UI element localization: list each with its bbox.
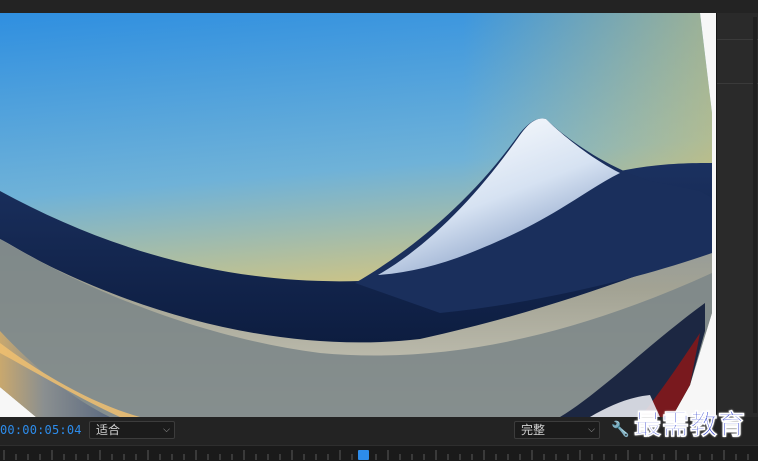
right-side-panel (716, 13, 758, 417)
panel-scrollbar[interactable] (753, 17, 757, 413)
zoom-level-select[interactable]: 适合 ⌵ (89, 421, 175, 439)
chevron-down-icon: ⌵ (163, 425, 170, 435)
playback-resolution-select[interactable]: 完整 ⌵ (514, 421, 600, 439)
playback-resolution-value: 完整 (521, 423, 546, 437)
playhead-handle[interactable] (358, 450, 369, 460)
preview-frame (0, 13, 716, 417)
panel-divider (717, 83, 758, 84)
watermark-logo: 最需教育 (634, 410, 746, 442)
zoom-level-value: 适合 (96, 423, 121, 437)
playhead-timecode[interactable]: 00:00:05:04 (0, 423, 82, 437)
ruler-ticks (3, 450, 749, 460)
timeline-ruler[interactable] (0, 445, 758, 461)
chevron-down-icon: ⌵ (588, 425, 595, 435)
panel-divider (717, 39, 758, 40)
wrench-icon[interactable]: 🔧 (611, 421, 630, 437)
top-panel-bar (0, 0, 758, 14)
program-monitor-preview[interactable] (0, 13, 716, 417)
